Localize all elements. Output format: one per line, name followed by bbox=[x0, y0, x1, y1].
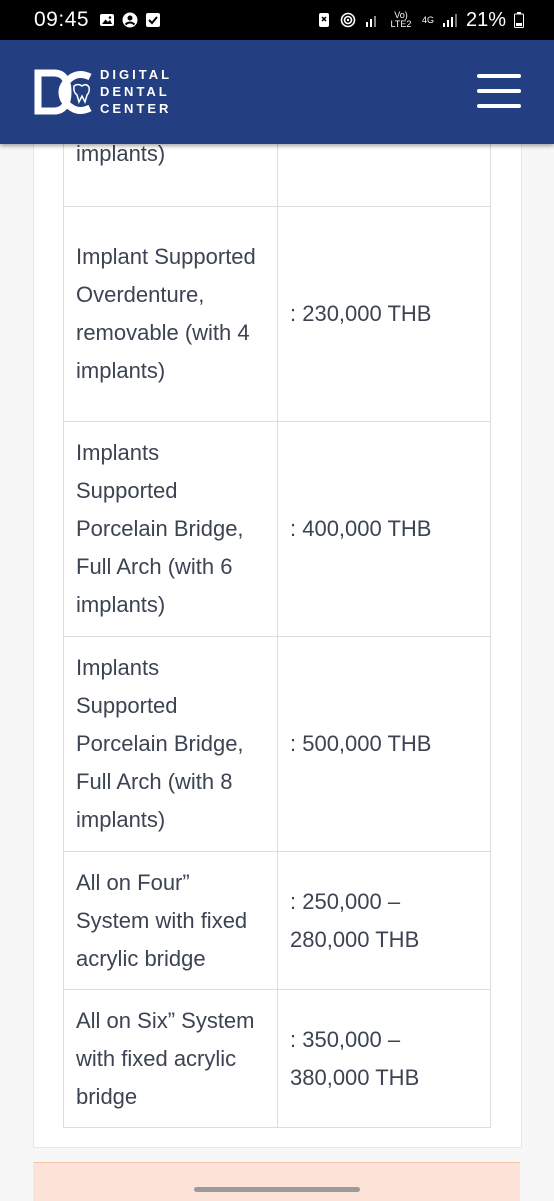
battery-icon bbox=[514, 12, 524, 28]
nfc-icon bbox=[318, 13, 329, 27]
account-icon bbox=[122, 12, 138, 28]
table-row: Implants Supported Porcelain Bridge, Ful… bbox=[63, 636, 491, 852]
table-row: Implant Supported Overdenture, removable… bbox=[63, 206, 491, 422]
network-lte-label: Vo) LTE2 bbox=[390, 10, 412, 29]
gallery-icon bbox=[100, 14, 115, 26]
service-cell: Implant Supported Overdenture, removable… bbox=[63, 206, 278, 422]
home-indicator[interactable] bbox=[194, 1187, 360, 1192]
menu-bar-icon bbox=[477, 74, 521, 78]
battery-percent: 21% bbox=[465, 8, 506, 31]
price-table: implants) Implant Supported Overdenture,… bbox=[63, 100, 491, 1128]
price-cell: : 350,000 – 380,000 THB bbox=[277, 989, 491, 1128]
service-cell: Implants Supported Porcelain Bridge, Ful… bbox=[63, 421, 278, 637]
logo-line-digital: DIGITAL bbox=[100, 67, 173, 82]
signal-strength-icon bbox=[442, 14, 457, 27]
service-cell: Implants Supported Porcelain Bridge, Ful… bbox=[63, 636, 278, 852]
site-header: DIGITAL DENTAL CENTER bbox=[0, 40, 554, 144]
menu-bar-icon bbox=[477, 104, 521, 108]
menu-bar-icon bbox=[477, 89, 521, 93]
price-cell: : 250,000 – 280,000 THB bbox=[277, 851, 491, 990]
tooth-logo-icon bbox=[34, 69, 92, 114]
network-4g-label: 4G bbox=[421, 14, 434, 25]
price-cell: : 230,000 THB bbox=[277, 206, 491, 422]
site-logo[interactable]: DIGITAL DENTAL CENTER bbox=[34, 66, 172, 117]
hotspot-icon bbox=[340, 12, 356, 28]
hamburger-menu-button[interactable] bbox=[477, 74, 521, 108]
logo-line-dental: DENTAL bbox=[100, 84, 170, 99]
price-cell: : 400,000 THB bbox=[277, 421, 491, 637]
price-cell: : 500,000 THB bbox=[277, 636, 491, 852]
table-row: Implants Supported Porcelain Bridge, Ful… bbox=[63, 421, 491, 637]
signal-roaming-icon bbox=[365, 16, 376, 27]
table-row: All on Six” System with fixed acrylic br… bbox=[63, 989, 491, 1128]
logo-line-center: CENTER bbox=[100, 101, 172, 116]
service-cell: All on Four” System with fixed acrylic b… bbox=[63, 851, 278, 990]
status-time: 09:45 bbox=[34, 8, 90, 31]
table-row: All on Four” System with fixed acrylic b… bbox=[63, 851, 491, 990]
logo-wordmark: DIGITAL DENTAL CENTER bbox=[100, 66, 172, 117]
status-bar: 09:45 Vo) LTE2 4G 21% bbox=[0, 0, 554, 40]
promo-banner[interactable] bbox=[33, 1162, 520, 1201]
checkbox-icon bbox=[146, 13, 161, 27]
service-cell: All on Six” System with fixed acrylic br… bbox=[63, 989, 278, 1128]
